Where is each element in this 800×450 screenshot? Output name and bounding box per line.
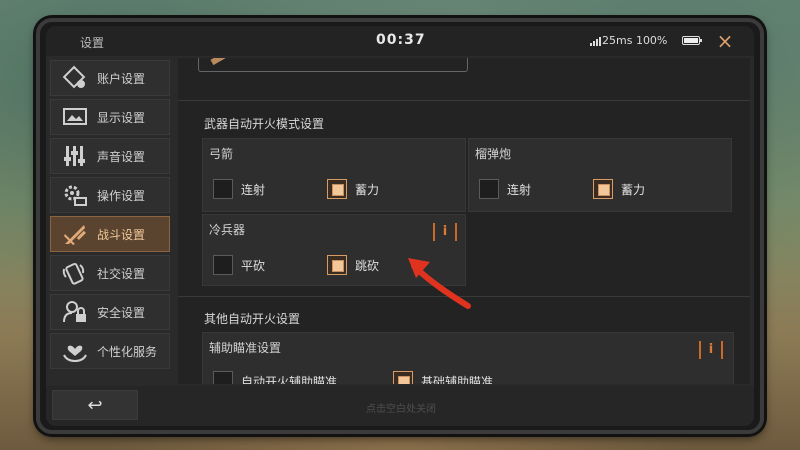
checkbox[interactable] (327, 179, 347, 199)
sidebar-item-label: 战斗设置 (97, 227, 146, 242)
sidebar-item-label: 声音设置 (97, 149, 146, 164)
sidebar-item-security[interactable]: 安全设置 (50, 294, 170, 330)
ping-battery-text: 25ms 100% (602, 34, 668, 47)
close-button[interactable]: × (712, 28, 738, 54)
sidebar-item-label: 显示设置 (97, 110, 146, 125)
option-label: 蓄力 (355, 182, 380, 197)
sidebar-item-account[interactable]: 账户设置 (50, 60, 170, 96)
melee-jump-slash-option[interactable]: 跳砍 (327, 255, 379, 275)
sidebar-item-sound[interactable]: 声音设置 (50, 138, 170, 174)
grenade-charge-option[interactable]: 蓄力 (593, 179, 645, 199)
sidebar-item-social[interactable]: 社交设置 (50, 255, 170, 291)
sidebar-item-label: 个性化服务 (97, 344, 158, 359)
personalization-icon (61, 337, 89, 365)
checkbox[interactable] (593, 179, 613, 199)
basic-aim-assist-option[interactable]: 基础辅助瞄准 (393, 371, 493, 384)
checkbox[interactable] (479, 179, 499, 199)
aim-assist-panel: 辅助瞄准设置 i 自动开火辅助瞄准 基础辅助瞄准 (202, 332, 734, 384)
account-icon (61, 64, 89, 92)
display-icon (61, 103, 89, 131)
option-label: 跳砍 (355, 258, 380, 273)
checkbox[interactable] (213, 179, 233, 199)
controls-icon (61, 181, 89, 209)
option-label: 基础辅助瞄准 (421, 374, 494, 385)
settings-sidebar: 账户设置 显示设置 声音设置 操作设置 战斗设置 社交设置 安全设置 个性化服务 (50, 60, 174, 376)
checkbox[interactable] (213, 255, 233, 275)
option-label: 平砍 (241, 258, 266, 273)
sidebar-item-personalization[interactable]: 个性化服务 (50, 333, 170, 369)
bow-title: 弓箭 (209, 147, 234, 161)
aim-assist-title: 辅助瞄准设置 (209, 341, 282, 355)
back-button[interactable]: ↩ (52, 390, 138, 420)
grenade-rapid-fire-option[interactable]: 连射 (479, 179, 531, 199)
checkbox[interactable] (393, 371, 413, 384)
grenade-launcher-panel: 榴弹炮 连射 蓄力 (468, 138, 732, 212)
info-icon[interactable]: i (699, 341, 723, 359)
option-label: 自动开火辅助瞄准 (241, 374, 338, 385)
melee-slash-option[interactable]: 平砍 (213, 255, 265, 275)
combat-settings-content[interactable]: 武器自动开火模式设置 弓箭 连射 蓄力 榴弹炮 连射 蓄力 冷兵器 i 平砍 跳… (178, 58, 750, 384)
grenade-launcher-title: 榴弹炮 (475, 147, 512, 161)
checkbox[interactable] (213, 371, 233, 384)
melee-title: 冷兵器 (209, 223, 246, 237)
settings-device-frame: 设置 00:37 25ms 100% × 账户设置 显示设置 声音设置 操作设置… (36, 18, 764, 434)
divider (178, 100, 750, 101)
signal-icon (590, 36, 601, 46)
info-icon[interactable]: i (433, 223, 457, 241)
checkbox[interactable] (327, 255, 347, 275)
security-icon (61, 298, 89, 326)
bow-panel: 弓箭 连射 蓄力 (202, 138, 466, 212)
bottom-bar: ↩ 点击空白处关闭 (46, 386, 754, 426)
battery-icon (682, 36, 702, 45)
bow-rapid-fire-option[interactable]: 连射 (213, 179, 265, 199)
auto-fire-aim-assist-option[interactable]: 自动开火辅助瞄准 (213, 371, 337, 384)
bow-charge-option[interactable]: 蓄力 (327, 179, 379, 199)
settings-title: 设置 (80, 36, 105, 50)
option-label: 连射 (241, 182, 266, 197)
sidebar-item-combat[interactable]: 战斗设置 (50, 216, 170, 252)
sidebar-item-label: 社交设置 (97, 266, 146, 281)
sidebar-item-label: 账户设置 (97, 71, 146, 86)
sidebar-item-label: 操作设置 (97, 188, 146, 203)
weapon-fire-mode-title: 武器自动开火模式设置 (204, 117, 325, 131)
status-bar: 设置 00:37 25ms 100% × (46, 26, 754, 56)
sidebar-item-label: 安全设置 (97, 305, 146, 320)
option-label: 蓄力 (621, 182, 646, 197)
previous-section-edge (198, 58, 468, 72)
option-label: 连射 (507, 182, 532, 197)
social-icon (61, 259, 89, 287)
sidebar-item-display[interactable]: 显示设置 (50, 99, 170, 135)
combat-icon (61, 220, 89, 248)
sidebar-item-controls[interactable]: 操作设置 (50, 177, 170, 213)
settings-screen: 设置 00:37 25ms 100% × 账户设置 显示设置 声音设置 操作设置… (46, 26, 754, 426)
red-arrow-annotation (408, 258, 471, 309)
sound-icon (61, 142, 89, 170)
clock-time: 00:37 (376, 32, 426, 48)
other-fire-settings-title: 其他自动开火设置 (204, 312, 301, 326)
tap-to-close-hint: 点击空白处关闭 (366, 404, 436, 415)
